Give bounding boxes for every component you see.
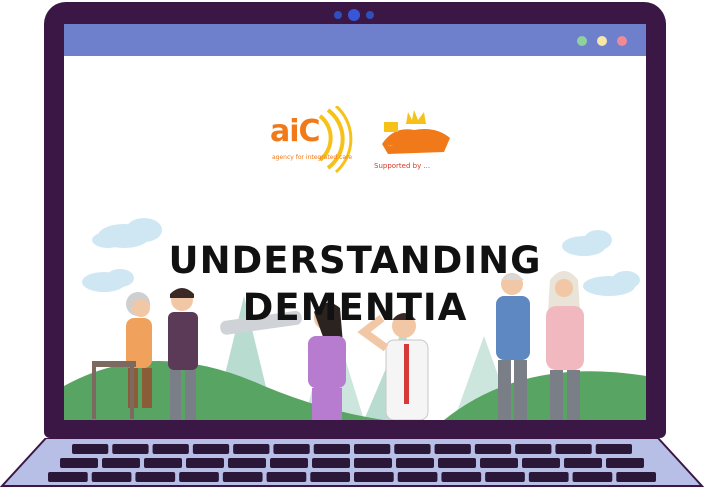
keyboard-key bbox=[152, 444, 189, 454]
keyboard-key bbox=[312, 458, 350, 468]
keyboard-key bbox=[515, 444, 552, 454]
camera-indicator-icon bbox=[334, 11, 342, 19]
aic-logo: aiC agency for integrated care bbox=[266, 106, 360, 174]
keyboard-key bbox=[273, 444, 310, 454]
keyboard-key bbox=[480, 458, 518, 468]
close-window-button[interactable] bbox=[617, 36, 627, 46]
keyboard-key bbox=[397, 472, 438, 482]
keyboard-key bbox=[595, 444, 632, 454]
slide-content: aiC agency for integrated care ... Suppo… bbox=[64, 56, 646, 420]
keyboard-key bbox=[616, 472, 656, 482]
crown-map-graphic bbox=[382, 110, 450, 154]
keyboard-key bbox=[112, 444, 149, 454]
keyboard-key bbox=[434, 444, 471, 454]
aic-logo-text: aiC bbox=[270, 114, 321, 149]
keyboard-key bbox=[396, 458, 434, 468]
keyboard-key bbox=[228, 458, 266, 468]
keyboard-key bbox=[354, 444, 391, 454]
keyboard-key bbox=[438, 458, 476, 468]
keyboard-key bbox=[441, 472, 482, 482]
keyboard-key bbox=[48, 472, 88, 482]
keyboard-key bbox=[266, 472, 307, 482]
keyboard-key bbox=[313, 444, 350, 454]
keyboard-key bbox=[474, 444, 512, 454]
keyboard-key bbox=[60, 458, 98, 468]
browser-title-bar bbox=[64, 24, 646, 56]
keyboard-key bbox=[606, 458, 644, 468]
keyboard-key bbox=[72, 444, 109, 454]
laptop-keyboard-base bbox=[0, 438, 704, 487]
keyboard-key bbox=[233, 444, 270, 454]
keyboard-key bbox=[485, 472, 525, 482]
singapore-logo-badge-text: ... bbox=[388, 142, 393, 148]
webcam-icon bbox=[348, 9, 360, 21]
keyboard-key bbox=[394, 444, 431, 454]
keyboard-key bbox=[522, 458, 560, 468]
laptop-screen: aiC agency for integrated care ... Suppo… bbox=[64, 24, 646, 420]
singapore-logo-caption: Supported by ... bbox=[374, 162, 431, 170]
maximize-window-button[interactable] bbox=[597, 36, 607, 46]
keyboard-key bbox=[179, 472, 219, 482]
keyboard-key bbox=[91, 472, 132, 482]
keyboard-key bbox=[102, 458, 140, 468]
keyboard-key bbox=[192, 444, 230, 454]
minimize-window-button[interactable] bbox=[577, 36, 587, 46]
keyboard-key bbox=[354, 472, 394, 482]
keyboard-key bbox=[564, 458, 602, 468]
keyboard-key bbox=[528, 472, 569, 482]
keyboard-key bbox=[310, 472, 350, 482]
keyboard-key bbox=[222, 472, 263, 482]
keyboard-key bbox=[572, 472, 613, 482]
keyboard-key bbox=[354, 458, 392, 468]
slide-title-line-1: UNDERSTANDING bbox=[168, 239, 542, 282]
slide-title-line-2: DEMENTIA bbox=[242, 286, 468, 329]
keyboard-key bbox=[135, 472, 176, 482]
camera-sensor-icon bbox=[366, 11, 374, 19]
singapore-logo: ... Supported by ... bbox=[374, 108, 458, 180]
keyboard-key bbox=[555, 444, 592, 454]
keyboard-key bbox=[186, 458, 224, 468]
keyboard-key bbox=[270, 458, 308, 468]
aic-logo-subtext: agency for integrated care bbox=[272, 154, 353, 161]
keyboard-key bbox=[144, 458, 182, 468]
